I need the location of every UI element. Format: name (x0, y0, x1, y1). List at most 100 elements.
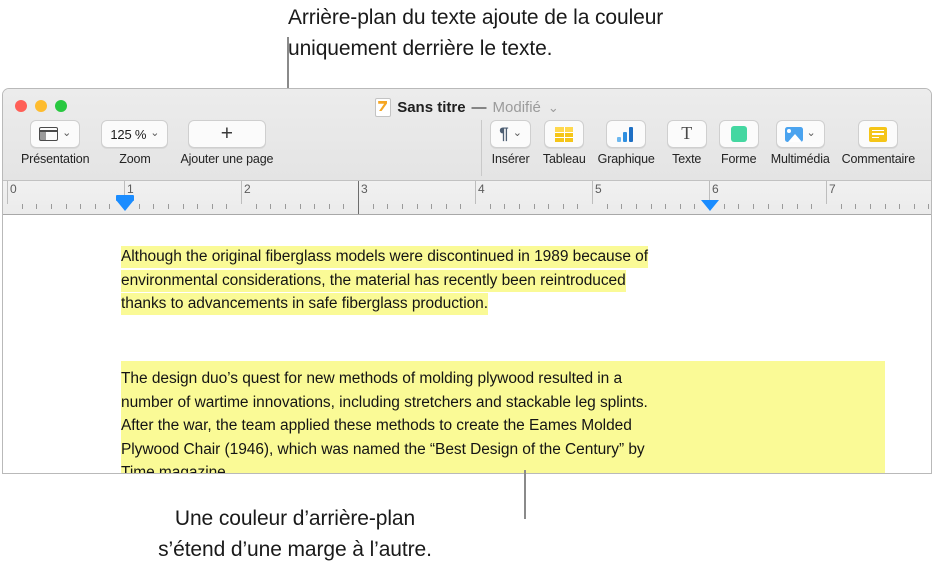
toolbar-items: ⌄ Présentation 125 % ⌄ Zoom + Ajouter un… (3, 120, 931, 176)
toolbar-group-left: ⌄ Présentation 125 % ⌄ Zoom + Ajouter un… (15, 120, 279, 166)
ruler-minor-tick (650, 204, 652, 209)
ruler-minor-tick (518, 204, 520, 209)
ruler-minor-tick (109, 204, 111, 209)
toolbar-label: Zoom (119, 152, 151, 166)
ruler-minor-tick (738, 204, 740, 209)
toolbar-label: Ajouter une page (180, 152, 274, 166)
ruler-minor-tick (80, 204, 82, 209)
ruler-minor-tick (50, 204, 52, 209)
toolbar-item-table[interactable]: Tableau (537, 120, 592, 166)
ruler-minor-tick (869, 204, 871, 209)
media-icon (784, 126, 803, 142)
shape-button[interactable] (718, 120, 759, 148)
ruler-minor-tick (913, 204, 915, 209)
ruler-minor-tick (548, 204, 550, 209)
chevron-down-icon: ⌄ (512, 126, 522, 139)
zoom-button[interactable]: 125 % ⌄ (101, 120, 169, 148)
ruler-minor-tick (782, 204, 784, 209)
ruler-minor-tick (21, 204, 23, 209)
media-button[interactable]: ⌄ (775, 120, 825, 148)
toolbar-label: Commentaire (841, 152, 916, 166)
toolbar-item-comment[interactable]: Commentaire (836, 120, 921, 166)
comment-button[interactable] (858, 120, 899, 148)
document-name: Sans titre (397, 99, 466, 116)
toolbar-item-media[interactable]: ⌄ Multimédia (765, 120, 836, 166)
ruler-number: 1 (127, 182, 134, 196)
ruler-minor-tick (416, 204, 418, 209)
toolbar-item-presentation[interactable]: ⌄ Présentation (15, 120, 95, 166)
document-line: number of wartime innovations, including… (121, 391, 885, 415)
document-line: thanks to advancements in safe fiberglas… (121, 292, 488, 316)
ruler-minor-tick (562, 204, 564, 209)
ruler-minor-tick (899, 204, 901, 209)
ruler-minor-tick (855, 204, 857, 209)
zoom-button[interactable] (55, 100, 67, 112)
toolbar-item-shape[interactable]: Forme (713, 120, 765, 166)
toolbar-label: Tableau (542, 152, 586, 166)
ruler-minor-tick (460, 204, 462, 209)
chevron-down-icon: ⌄ (62, 126, 72, 139)
document-line-text: Although the original fiberglass models … (121, 246, 648, 268)
ruler-minor-tick (167, 204, 169, 209)
ruler-minor-tick (328, 204, 330, 209)
toolbar-item-chart[interactable]: Graphique (592, 120, 661, 166)
ruler-minor-tick (752, 204, 754, 209)
zoom-level-value: 125 % (110, 126, 147, 142)
document-status: Modifié (492, 99, 541, 116)
toolbar-divider (481, 120, 483, 176)
shape-icon (730, 126, 747, 142)
insert-button[interactable]: ¶ ⌄ (490, 120, 531, 148)
pages-document-icon (375, 98, 392, 117)
right-margin-marker[interactable] (701, 200, 719, 211)
toolbar-item-add-page[interactable]: + Ajouter une page (174, 120, 279, 166)
callout-paragraph-background: Une couleur d’arrière-plan s’étend d’une… (158, 507, 432, 561)
document-line: Plywood Chair (1946), which was named th… (121, 438, 885, 462)
ruler-minor-tick (36, 204, 38, 209)
add-page-button[interactable]: + (187, 120, 266, 148)
close-button[interactable] (15, 100, 27, 112)
document-line-text: Time magazine. (121, 464, 230, 474)
table-button[interactable] (544, 120, 585, 148)
paragraph-text-background[interactable]: Although the original fiberglass models … (121, 245, 761, 316)
ruler-minor-tick (606, 204, 608, 209)
ruler-number: 0 (10, 182, 17, 196)
toolbar-item-text[interactable]: T Texte (661, 120, 713, 166)
toolbar-label: Graphique (597, 152, 655, 166)
view-button[interactable]: ⌄ (30, 120, 81, 148)
toolbar-item-zoom[interactable]: 125 % ⌄ Zoom (95, 120, 174, 166)
ruler-minor-tick (533, 204, 535, 209)
text-button[interactable]: T (666, 120, 707, 148)
ruler-minor-tick (138, 204, 140, 209)
ruler-number: 6 (712, 182, 719, 196)
toolbar-item-insert[interactable]: ¶ ⌄ Insérer (484, 120, 537, 166)
toolbar: Sans titre — Modifié ⌄ ⌄ Présentation 12… (3, 89, 931, 181)
ruler-minor-tick (811, 204, 813, 209)
ruler-minor-tick (270, 204, 272, 209)
document-line-text: number of wartime innovations, including… (121, 393, 648, 411)
ruler[interactable]: 0 1 2 3 4 5 6 7 (3, 181, 931, 215)
ruler-minor-tick (401, 204, 403, 209)
ruler-number: 2 (244, 182, 251, 196)
callout-text-background: Arrière-plan du texte ajoute de la coule… (288, 6, 664, 60)
ruler-minor-tick (211, 204, 213, 209)
paragraph-block-background[interactable]: The design duo’s quest for new methods o… (121, 361, 885, 474)
ruler-minor-tick (679, 204, 681, 209)
document-line-text: The design duo’s quest for new methods o… (121, 370, 623, 387)
chevron-down-icon: ⌄ (150, 126, 160, 139)
chevron-down-icon[interactable]: ⌄ (548, 100, 559, 116)
left-margin-marker[interactable] (116, 195, 134, 211)
chart-button[interactable] (606, 120, 647, 148)
window-title: Sans titre — Modifié ⌄ (3, 98, 931, 117)
ruler-minor-tick (723, 204, 725, 209)
ruler-minor-tick (621, 204, 623, 209)
plus-icon: + (220, 121, 234, 145)
document-line-text: Plywood Chair (1946), which was named th… (121, 440, 645, 458)
toolbar-label: Forme (721, 152, 757, 166)
minimize-button[interactable] (35, 100, 47, 112)
document-canvas[interactable]: Although the original fiberglass models … (3, 215, 931, 474)
title-separator: — (471, 99, 487, 116)
ruler-minor-tick (153, 204, 155, 209)
ruler-minor-tick (299, 204, 301, 209)
document-line-text: environmental considerations, the materi… (121, 269, 626, 292)
ruler-minor-tick (577, 204, 579, 209)
